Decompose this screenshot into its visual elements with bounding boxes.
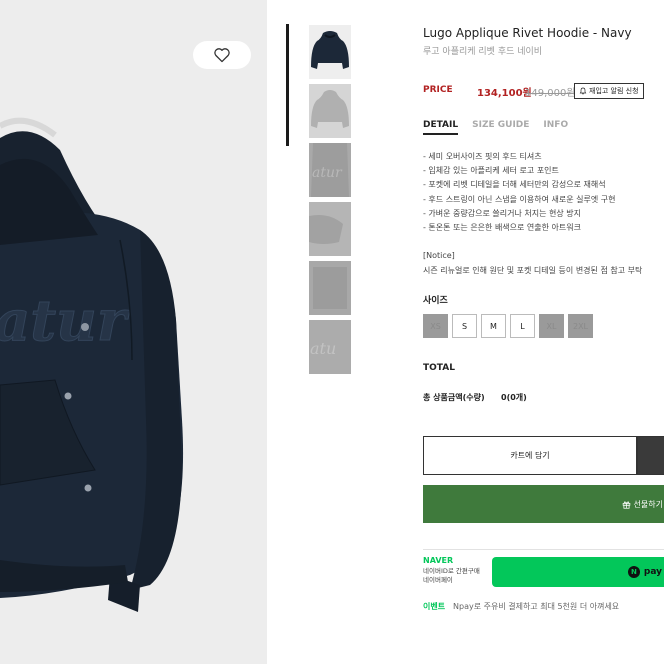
thumbnail-2[interactable] [309, 84, 351, 138]
add-to-cart-label: 카트에 담기 [510, 451, 550, 460]
detail-item: - 가벼운 중량감으로 쓸리거나 처지는 현상 방지 [423, 208, 581, 218]
hoodie-illustration: atur [0, 117, 184, 612]
bell-icon [579, 87, 587, 95]
size-option-xl[interactable]: XL [539, 314, 564, 338]
tab-info[interactable]: INFO [543, 120, 568, 135]
sale-price: 134,100원 [477, 88, 532, 99]
size-option-s[interactable]: S [452, 314, 477, 338]
gift-button[interactable]: 선물하기 [423, 485, 664, 523]
thumbnail-4[interactable] [309, 202, 351, 256]
svg-text:atu: atu [310, 339, 336, 358]
detail-item: - 톤온톤 또는 은은한 배색으로 연출한 아트워크 [423, 223, 581, 233]
info-tabs: DETAIL SIZE GUIDE INFO [423, 120, 582, 135]
notice-title: [Notice] [423, 251, 455, 260]
product-subtitle: 루고 아플리케 리벳 후드 네이비 [423, 47, 543, 57]
product-info-panel: Lugo Applique Rivet Hoodie - Navy 루고 아플리… [423, 0, 664, 664]
restock-alert-label: 재입고 알림 신청 [589, 87, 639, 95]
tab-detail[interactable]: DETAIL [423, 120, 459, 135]
thumbnail-list: atur atu [309, 25, 351, 379]
npay-label: pay [643, 567, 662, 577]
svg-text:atur: atur [0, 288, 130, 354]
size-option-m[interactable]: M [481, 314, 506, 338]
detail-list: - 세미 오버사이즈 핏의 후드 티셔츠 - 입체감 있는 아플리케 세터 로고… [423, 150, 616, 235]
original-price: 149,000원 [525, 88, 576, 99]
gift-icon [622, 501, 630, 509]
naver-description: 네이버ID로 간편구매 네이버페이 [423, 567, 480, 585]
npay-button[interactable]: N pay [492, 557, 664, 587]
product-title: Lugo Applique Rivet Hoodie - Navy [423, 26, 632, 40]
event-text: Npay로 주유비 결제하고 최대 5천원 더 아껴세요 [453, 602, 620, 611]
thumbnail-1[interactable] [309, 25, 351, 79]
naver-desc-line1: 네이버ID로 간편구매 [423, 567, 480, 575]
size-options: XS S M L XL 2XL [423, 314, 593, 338]
tab-size-guide[interactable]: SIZE GUIDE [472, 120, 529, 135]
thumbnail-3[interactable]: atur [309, 143, 351, 197]
size-option-xs[interactable]: XS [423, 314, 448, 338]
detail-item: - 포켓에 리벳 디테일을 더해 세터만의 감성으로 재해석 [423, 180, 606, 190]
buy-now-button[interactable] [637, 436, 664, 475]
total-qty-value: 0(0개) [501, 393, 527, 402]
naver-divider [423, 549, 664, 550]
npay-logo-icon: N [627, 566, 640, 578]
svg-text:atur: atur [312, 165, 343, 181]
size-label: 사이즈 [423, 296, 448, 306]
detail-item: - 후드 스트링이 아닌 스냅을 이용하여 새로운 실루엣 구현 [423, 194, 616, 204]
naver-desc-line2: 네이버페이 [423, 576, 453, 584]
thumbnail-5[interactable] [309, 261, 351, 315]
event-label: 이벤트 [423, 602, 446, 611]
detail-item: - 세미 오버사이즈 핏의 후드 티셔츠 [423, 152, 542, 161]
total-qty-label: 총 상품금액(수량) [423, 393, 485, 402]
heart-icon [214, 48, 230, 63]
detail-item: - 입체감 있는 아플리케 세터 로고 포인트 [423, 166, 559, 176]
gift-label: 선물하기 [633, 499, 663, 509]
notice-text: 시즌 리뉴얼로 인해 원단 및 포켓 디테일 등이 변경된 점 참고 부탁 [423, 266, 643, 275]
add-to-cart-button[interactable]: 카트에 담기 [423, 436, 637, 475]
size-option-l[interactable]: L [510, 314, 535, 338]
price-label: PRICE [423, 85, 453, 95]
main-product-image[interactable]: atur [0, 0, 267, 664]
size-option-2xl[interactable]: 2XL [568, 314, 593, 338]
restock-alert-button[interactable]: 재입고 알림 신청 [574, 83, 644, 99]
total-label: TOTAL [423, 363, 455, 373]
thumbnail-scroll-indicator [286, 24, 289, 146]
wishlist-button[interactable] [193, 41, 251, 69]
naver-logo: NAVER [423, 556, 454, 565]
thumbnail-6[interactable]: atu [309, 320, 351, 374]
